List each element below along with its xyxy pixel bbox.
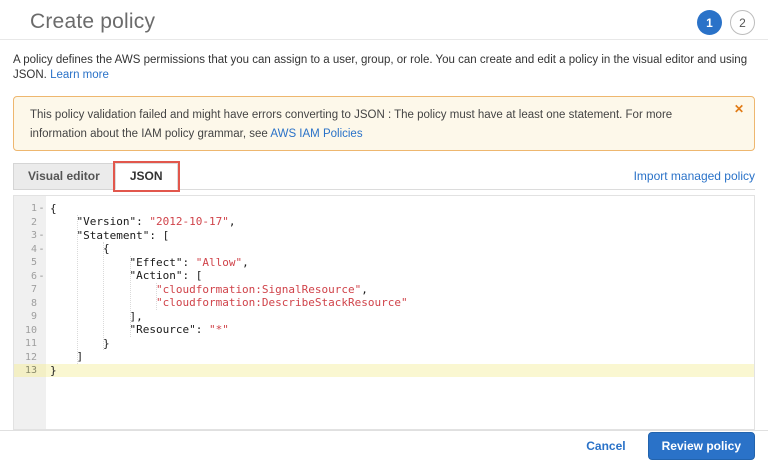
create-policy-page: Create policy 1 2 A policy defines the A… — [0, 0, 768, 461]
code-line[interactable]: } — [46, 337, 754, 351]
gutter-line-number[interactable]: 6- — [14, 269, 46, 283]
step-indicator-2: 2 — [730, 10, 755, 35]
gutter-line-number[interactable]: 13 — [14, 364, 46, 378]
review-policy-button[interactable]: Review policy — [648, 432, 755, 460]
gutter-line-number[interactable]: 12 — [14, 350, 46, 364]
gutter-line-number[interactable]: 11 — [14, 337, 46, 351]
fold-toggle-icon: - — [37, 230, 46, 241]
wizard-steps: 1 2 — [697, 10, 755, 35]
intro-text: A policy defines the AWS permissions tha… — [13, 53, 755, 83]
close-icon[interactable]: ✕ — [734, 103, 744, 115]
aws-iam-policies-link[interactable]: AWS IAM Policies — [270, 128, 362, 140]
step-indicator-1: 1 — [697, 10, 722, 35]
gutter-line-number[interactable]: 3- — [14, 229, 46, 243]
gutter-line-number[interactable]: 10 — [14, 323, 46, 337]
fold-toggle-icon: - — [37, 203, 46, 214]
code-line[interactable]: "Action": [ — [46, 269, 754, 283]
code-line[interactable]: { — [46, 242, 754, 256]
import-managed-policy-link[interactable]: Import managed policy — [634, 169, 755, 183]
fold-toggle-icon: - — [37, 271, 46, 282]
gutter-line-number[interactable]: 5 — [14, 256, 46, 270]
code-line[interactable]: "cloudformation:SignalResource", — [46, 283, 754, 297]
wizard-footer: Cancel Review policy — [0, 430, 768, 461]
indent-guide — [77, 215, 78, 364]
gutter-line-number[interactable]: 9 — [14, 310, 46, 324]
indent-guide — [130, 256, 131, 337]
gutter-line-number[interactable]: 8 — [14, 296, 46, 310]
page-title: Create policy — [30, 10, 155, 34]
code-line[interactable]: { — [46, 202, 754, 216]
code-line[interactable]: ] — [46, 350, 754, 364]
intro-description: A policy defines the AWS permissions tha… — [13, 54, 747, 81]
code-line[interactable]: ], — [46, 310, 754, 324]
code-line[interactable]: "Statement": [ — [46, 229, 754, 243]
json-editor[interactable]: 1-23-4-56-78910111213 { "Version": "2012… — [13, 195, 755, 430]
code-line[interactable]: "cloudformation:DescribeStackResource" — [46, 296, 754, 310]
tab-visual-editor[interactable]: Visual editor — [13, 163, 115, 190]
editor-gutter: 1-23-4-56-78910111213 — [14, 196, 46, 429]
gutter-line-number[interactable]: 2 — [14, 215, 46, 229]
gutter-line-number[interactable]: 1- — [14, 202, 46, 216]
indent-guide — [156, 283, 157, 310]
editor-tabbar: Visual editor JSON Import managed policy — [13, 164, 755, 190]
code-line[interactable]: "Effect": "Allow", — [46, 256, 754, 270]
gutter-line-number[interactable]: 7 — [14, 283, 46, 297]
code-line[interactable]: "Resource": "*" — [46, 323, 754, 337]
page-header: Create policy 1 2 — [0, 0, 768, 40]
gutter-line-number[interactable]: 4- — [14, 242, 46, 256]
editor-code[interactable]: { "Version": "2012-10-17", "Statement": … — [46, 196, 754, 429]
validation-warning-banner: This policy validation failed and might … — [13, 96, 755, 151]
code-line[interactable]: } — [46, 364, 754, 378]
cancel-button[interactable]: Cancel — [586, 439, 625, 453]
learn-more-link[interactable]: Learn more — [50, 69, 109, 81]
fold-toggle-icon: - — [37, 244, 46, 255]
indent-guide — [103, 242, 104, 350]
tab-json[interactable]: JSON — [115, 163, 178, 190]
code-line[interactable]: "Version": "2012-10-17", — [46, 215, 754, 229]
